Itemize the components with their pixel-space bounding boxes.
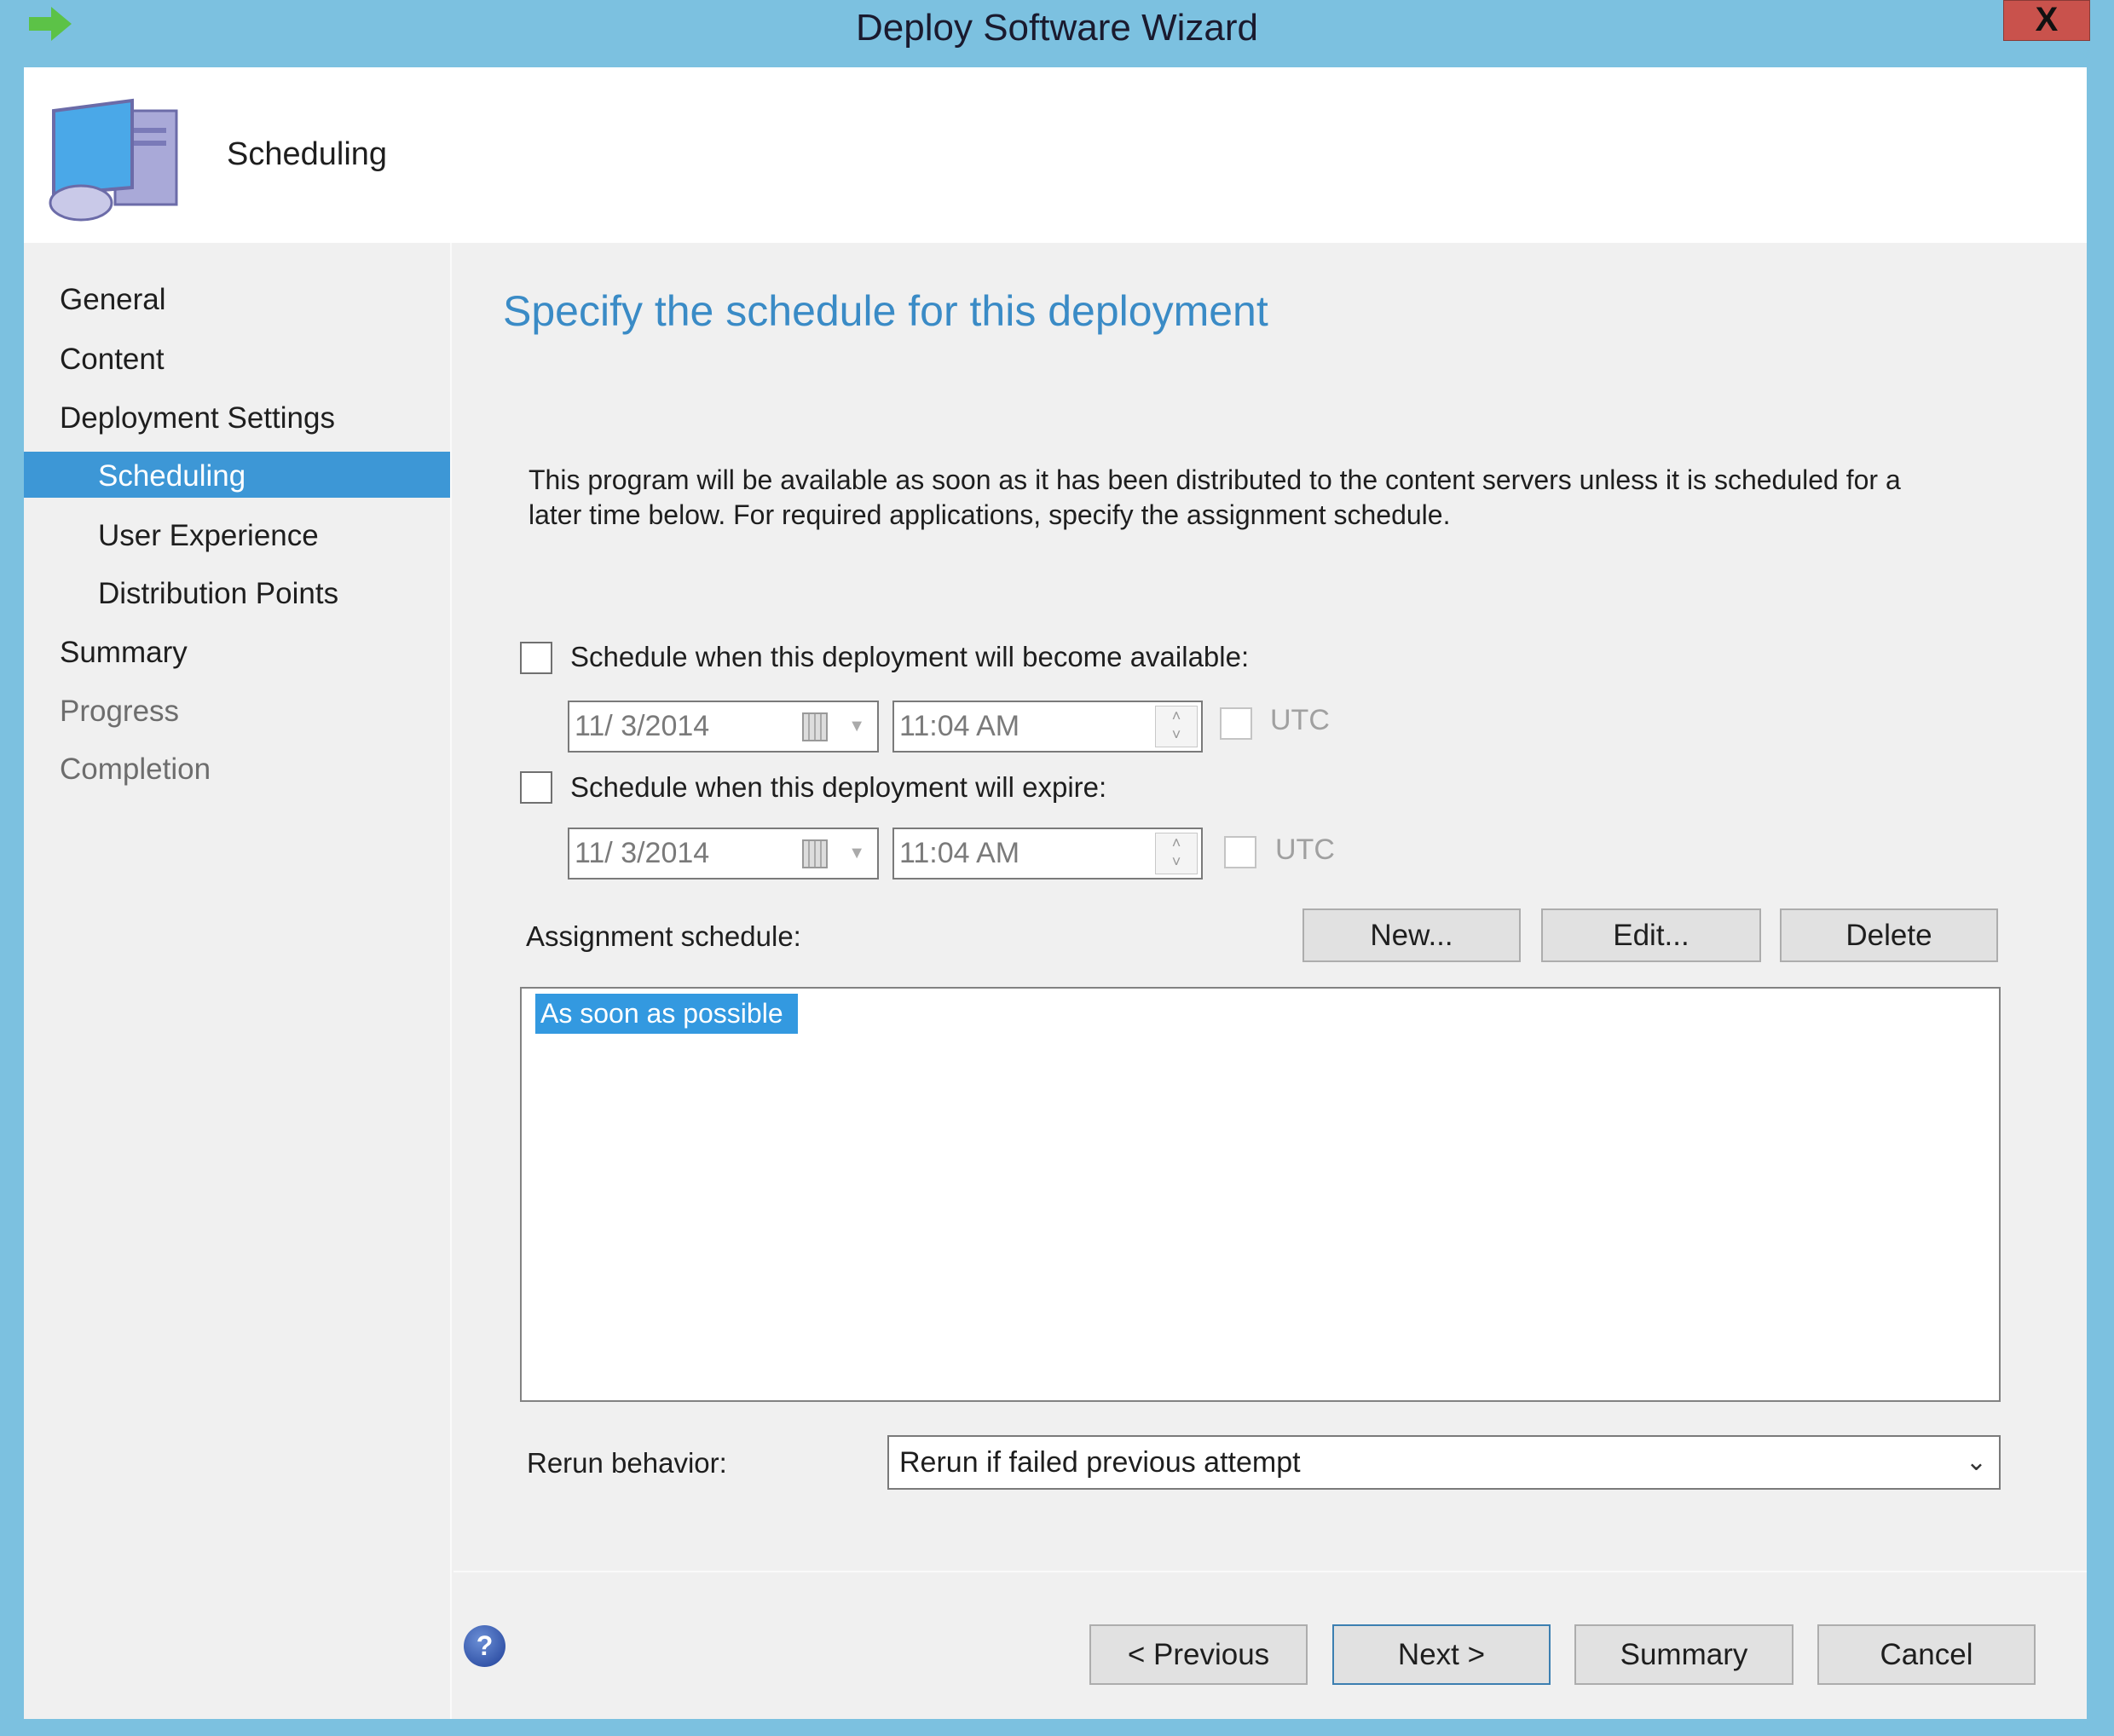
nav-item-content[interactable]: Content	[60, 343, 165, 377]
rerun-behavior-dropdown[interactable]: Rerun if failed previous attempt ⌄	[887, 1435, 2001, 1490]
time-spinner[interactable]: ˄ ˅	[1155, 833, 1198, 874]
expire-utc-checkbox[interactable]	[1224, 836, 1256, 868]
available-label: Schedule when this deployment will becom…	[570, 641, 1250, 672]
rerun-behavior-value: Rerun if failed previous attempt	[899, 1446, 1301, 1479]
available-time-value: 11:04 AM	[899, 710, 1020, 742]
window-title: Deploy Software Wizard	[856, 7, 1258, 49]
available-date-picker[interactable]: 11/ 3/2014 ▼	[568, 701, 879, 753]
nav-item-completion: Completion	[60, 753, 211, 786]
expire-date-value: 11/ 3/2014	[575, 837, 710, 869]
nav-item-distribution-points[interactable]: Distribution Points	[98, 577, 338, 611]
expire-utc-label: UTC	[1275, 833, 1335, 866]
summary-button[interactable]: Summary	[1574, 1624, 1793, 1685]
available-utc-label: UTC	[1270, 704, 1330, 736]
rerun-behavior-label: Rerun behavior:	[527, 1447, 727, 1479]
time-spinner[interactable]: ˄ ˅	[1155, 706, 1198, 747]
expire-label: Schedule when this deployment will expir…	[570, 771, 1107, 803]
edit-schedule-button[interactable]: Edit...	[1541, 908, 1761, 962]
expire-checkbox[interactable]	[520, 771, 552, 804]
nav-item-deployment-settings[interactable]: Deployment Settings	[60, 401, 335, 435]
expire-date-picker[interactable]: 11/ 3/2014 ▼	[568, 828, 879, 880]
available-date-value: 11/ 3/2014	[575, 710, 710, 742]
chevron-down-icon: ⌄	[1965, 1448, 1987, 1476]
nav-item-progress: Progress	[60, 695, 180, 728]
new-schedule-button[interactable]: New...	[1302, 908, 1521, 962]
list-item[interactable]: As soon as possible	[535, 994, 798, 1034]
previous-button[interactable]: < Previous	[1089, 1624, 1308, 1685]
description-line-1: This program will be available as soon a…	[528, 464, 1901, 495]
delete-schedule-button[interactable]: Delete	[1780, 908, 1998, 962]
nav-item-scheduling[interactable]: Scheduling	[98, 459, 245, 493]
computer-icon	[49, 98, 178, 222]
assignment-schedule-label: Assignment schedule:	[526, 920, 801, 952]
nav-item-summary[interactable]: Summary	[60, 636, 188, 670]
chevron-down-icon[interactable]: ▼	[848, 702, 865, 750]
expire-time-picker[interactable]: 11:04 AM ˄ ˅	[892, 828, 1203, 880]
available-checkbox[interactable]	[520, 642, 552, 674]
available-utc-checkbox[interactable]	[1220, 707, 1252, 740]
nav-item-general[interactable]: General	[60, 283, 166, 317]
next-button[interactable]: Next >	[1332, 1624, 1551, 1685]
help-icon[interactable]: ?	[464, 1625, 505, 1667]
chevron-down-icon[interactable]: ▼	[848, 829, 865, 877]
page-heading: Specify the schedule for this deployment	[503, 287, 1268, 335]
header-page-name: Scheduling	[227, 136, 388, 172]
available-time-picker[interactable]: 11:04 AM ˄ ˅	[892, 701, 1203, 753]
cancel-button[interactable]: Cancel	[1817, 1624, 2036, 1685]
expire-time-value: 11:04 AM	[899, 837, 1020, 869]
calendar-icon[interactable]	[802, 712, 828, 741]
footer-divider	[453, 1571, 2087, 1572]
calendar-icon[interactable]	[802, 839, 828, 868]
nav-item-user-experience[interactable]: User Experience	[98, 519, 319, 553]
assignment-schedule-list[interactable]	[520, 987, 2001, 1402]
close-button[interactable]: X	[2003, 0, 2090, 41]
description-line-2: later time below. For required applicati…	[528, 499, 1451, 530]
